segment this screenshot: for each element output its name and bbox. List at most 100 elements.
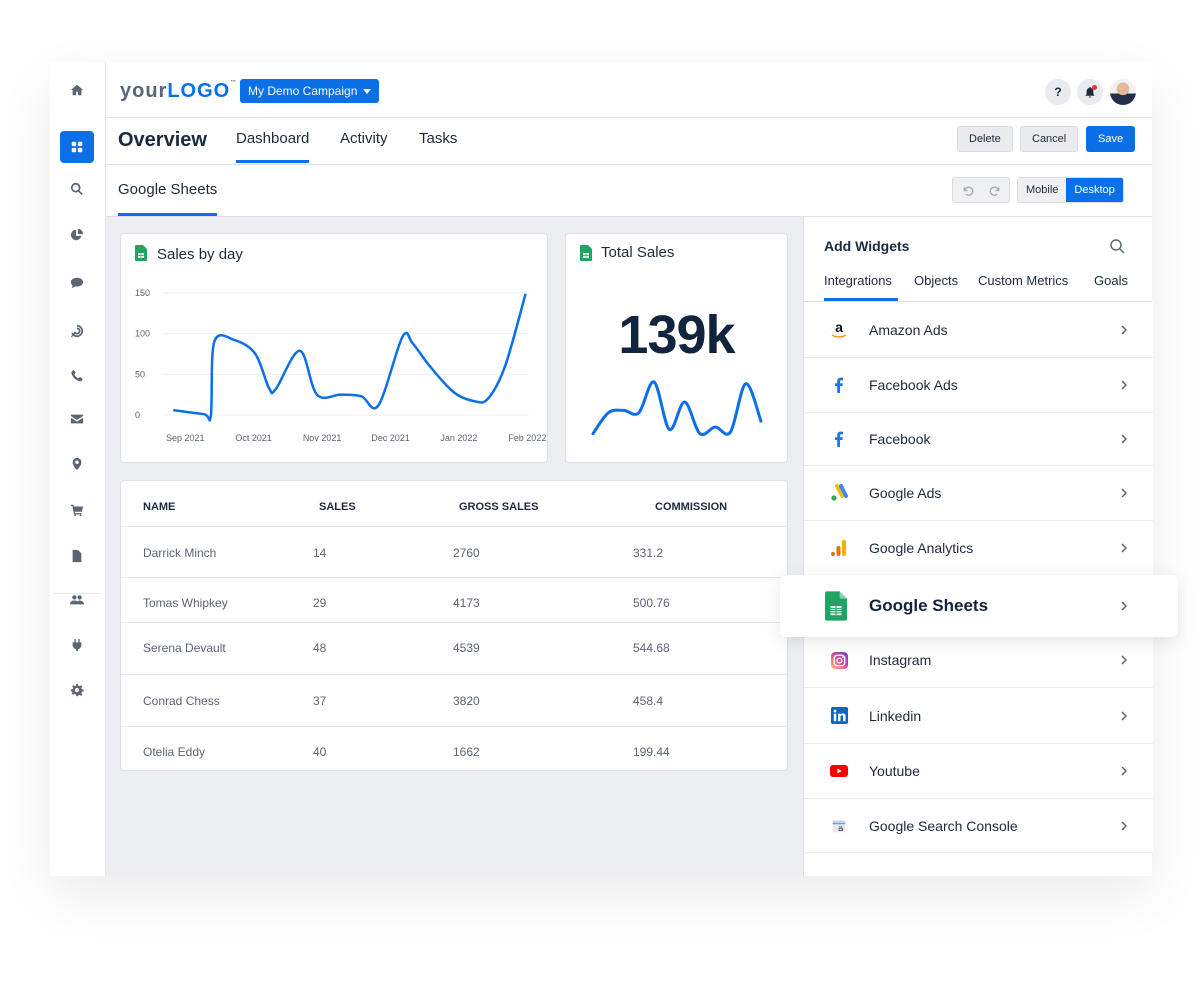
home-icon: [70, 84, 84, 96]
sidebar-item-email[interactable]: [60, 403, 94, 435]
sidebar-item-reports[interactable]: [60, 219, 94, 251]
pie-chart-icon: [70, 228, 84, 241]
tab-goals[interactable]: Goals: [1094, 273, 1128, 288]
campaign-dropdown[interactable]: My Demo Campaign: [240, 79, 380, 103]
facebook-icon: [828, 428, 850, 450]
y-tick-label: 0: [135, 410, 140, 420]
integration-item-google-sheets-highlighted[interactable]: Google Sheets: [780, 575, 1178, 637]
tab-google-sheets[interactable]: Google Sheets: [118, 181, 218, 216]
series-line-sales[interactable]: [173, 293, 527, 422]
sidebar-item-chat[interactable]: [60, 267, 94, 299]
total-sales-widget[interactable]: Total Sales 139k: [565, 233, 788, 463]
table-row[interactable]: Darrick Minch 14 2760 331.2: [121, 526, 787, 577]
integration-item-google-analytics[interactable]: Google Analytics: [804, 521, 1153, 576]
desktop-view-button[interactable]: Desktop: [1066, 178, 1123, 202]
google-sheets-icon: [824, 590, 848, 622]
sidebar-item-documents[interactable]: [60, 540, 94, 572]
top-bar: yourLOGO™ My Demo Campaign ?: [106, 62, 1152, 118]
chevron-right-icon: [1121, 766, 1128, 776]
amazon-icon: a: [828, 319, 850, 341]
column-header-gross-sales[interactable]: GROSS SALES: [459, 501, 538, 513]
user-avatar[interactable]: [1110, 79, 1136, 105]
x-tick-label: Oct 2021: [235, 433, 272, 443]
tab-custom-metrics[interactable]: Custom Metrics: [978, 273, 1068, 288]
integration-item-amazon-ads[interactable]: a Amazon Ads: [804, 302, 1153, 358]
x-tick-label: Dec 2021: [371, 433, 410, 443]
tab-activity[interactable]: Activity: [340, 130, 388, 147]
cell-gross-sales: 4539: [453, 641, 480, 655]
integration-item-youtube[interactable]: Youtube: [804, 744, 1153, 799]
campaign-label: My Demo Campaign: [248, 84, 358, 98]
cell-name: Serena Devault: [143, 641, 226, 655]
integration-item-google-ads[interactable]: Google Ads: [804, 466, 1153, 521]
cancel-button[interactable]: Cancel: [1020, 126, 1079, 152]
delete-button[interactable]: Delete: [957, 126, 1013, 152]
sidebar-item-dashboard[interactable]: [60, 131, 94, 163]
chat-icon: [70, 277, 84, 289]
integration-label: Google Sheets: [869, 596, 989, 615]
sidebar-item-calls[interactable]: [60, 360, 94, 392]
dashboard-icon: [71, 141, 83, 153]
column-header-sales[interactable]: SALES: [319, 501, 356, 513]
sidebar-item-home[interactable]: [60, 74, 94, 106]
help-icon: ?: [1054, 85, 1062, 99]
tab-tasks[interactable]: Tasks: [419, 130, 457, 147]
column-header-name[interactable]: NAME: [143, 501, 175, 513]
cart-icon: [70, 504, 84, 517]
integration-item-linkedin[interactable]: Linkedin: [804, 688, 1153, 744]
add-widgets-panel: Add Widgets Integrations Objects Custom …: [803, 217, 1153, 876]
app-window: yourLOGO™ My Demo Campaign ? Overview Da…: [50, 62, 1153, 876]
notification-badge: [1092, 85, 1097, 90]
sales-table-widget[interactable]: NAME SALES GROSS SALES COMMISSION Darric…: [120, 480, 788, 771]
table-row[interactable]: Conrad Chess 37 3820 458.4: [121, 674, 787, 726]
tab-dashboard[interactable]: Dashboard: [236, 130, 310, 163]
chevron-right-icon: [1121, 710, 1128, 721]
widget-title: Total Sales: [601, 244, 675, 261]
dashboard-subbar: Google Sheets Mobile Desktop: [106, 165, 1152, 217]
sidebar-item-ecommerce[interactable]: [60, 494, 94, 526]
sidebar-item-location[interactable]: [60, 448, 94, 480]
table-row[interactable]: Otelia Eddy 40 1662 199.44: [121, 726, 787, 772]
sidebar-item-search[interactable]: [60, 173, 94, 205]
mobile-view-button[interactable]: Mobile: [1018, 178, 1067, 202]
chevron-right-icon: [1121, 324, 1128, 335]
youtube-icon: [828, 760, 850, 782]
table-row[interactable]: Serena Devault 48 4539 544.68: [121, 622, 787, 674]
redo-icon[interactable]: [989, 184, 1002, 197]
logo-prefix: your: [120, 80, 168, 102]
integration-item-facebook[interactable]: Facebook: [804, 413, 1153, 466]
column-header-commission[interactable]: COMMISSION: [655, 501, 727, 513]
sidebar: [50, 62, 106, 876]
y-tick-label: 150: [135, 288, 150, 298]
sidebar-item-targets[interactable]: [60, 315, 94, 347]
save-button[interactable]: Save: [1086, 126, 1136, 152]
svg-text:a: a: [835, 320, 843, 335]
x-tick-label: Feb 2022: [508, 433, 546, 443]
integration-label: Instagram: [869, 652, 932, 668]
tab-objects[interactable]: Objects: [914, 273, 958, 288]
undo-redo-group: [952, 177, 1010, 203]
undo-icon[interactable]: [961, 184, 974, 197]
help-button[interactable]: ?: [1045, 79, 1071, 105]
table-row[interactable]: Tomas Whipkey 29 4173 500.76: [121, 577, 787, 622]
search-icon[interactable]: [1109, 238, 1125, 254]
sidebar-item-settings[interactable]: [60, 674, 94, 706]
cell-commission: 458.4: [633, 694, 664, 708]
sales-by-day-widget[interactable]: Sales by day 0 50 100 150 Sep 2021 Oct 2021 No…: [120, 233, 548, 463]
chevron-right-icon: [1121, 488, 1128, 498]
cell-name: Otelia Eddy: [143, 745, 206, 759]
integration-item-instagram[interactable]: Instagram: [804, 633, 1153, 688]
y-tick-label: 50: [135, 369, 145, 379]
sales-line-chart: 0 50 100 150 Sep 2021 Oct 2021 Nov 2021 Dec 202…: [135, 288, 546, 443]
integration-item-facebook-ads[interactable]: Facebook Ads: [804, 358, 1153, 413]
integration-label: Google Ads: [869, 485, 942, 501]
notifications-button[interactable]: [1077, 79, 1103, 105]
sidebar-item-users[interactable]: [60, 584, 94, 616]
tab-integrations[interactable]: Integrations: [824, 273, 898, 301]
cell-name: Darrick Minch: [143, 546, 217, 560]
search-icon: [71, 182, 83, 196]
logo: yourLOGO™: [120, 80, 237, 103]
sidebar-item-integrations[interactable]: [60, 629, 94, 661]
cell-name: Tomas Whipkey: [143, 596, 228, 610]
integration-item-google-search-console[interactable]: Google Search Console: [804, 799, 1153, 853]
